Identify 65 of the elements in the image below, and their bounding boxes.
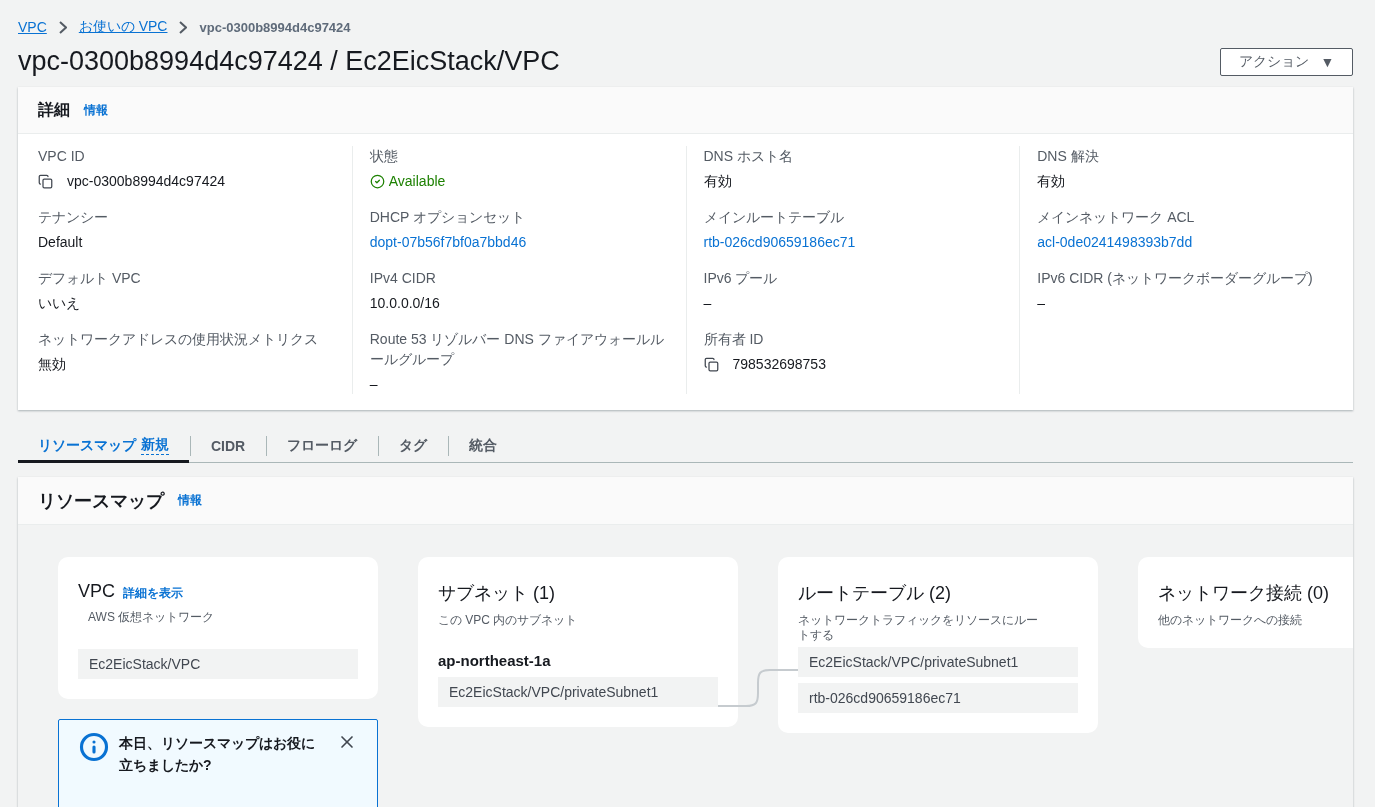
tab[interactable]: CIDR xyxy=(191,431,266,463)
resource-item[interactable]: Ec2EicStack/VPC/privateSubnet1 xyxy=(798,647,1078,677)
check-circle-icon xyxy=(369,173,385,189)
card-title: サブネット (1) xyxy=(438,582,555,605)
tab[interactable]: リソースマップ 新規 xyxy=(18,431,189,463)
info-link[interactable]: 情報 xyxy=(84,101,108,119)
copy-icon[interactable] xyxy=(38,173,53,189)
field-value: – xyxy=(703,294,713,313)
chevron-right-icon xyxy=(58,20,67,34)
field-label: ネットワークアドレスの使用状況メトリクス xyxy=(38,330,319,349)
field-value: 10.0.0.0/16 xyxy=(369,294,441,313)
tab[interactable]: フローログ xyxy=(267,431,378,463)
field-label: IPv6 プール xyxy=(703,269,779,288)
feedback-question: 本日、リソースマップはお役に立ちましたか? xyxy=(119,734,316,775)
field-label: VPC ID xyxy=(38,147,86,166)
info-link[interactable]: 情報 xyxy=(178,492,202,509)
info-icon xyxy=(79,732,109,762)
field-label: IPv4 CIDR xyxy=(369,269,437,288)
field-label: DNS ホスト名 xyxy=(703,147,794,166)
resource-item[interactable]: Ec2EicStack/VPC/privateSubnet1 xyxy=(438,677,718,707)
tab[interactable]: 統合 xyxy=(449,431,518,463)
field-value: – xyxy=(1037,294,1047,313)
field-label: 状態 xyxy=(369,147,399,166)
tab[interactable]: タグ xyxy=(379,431,448,463)
field-link[interactable]: dopt-07b56f7bf0a7bbd46 xyxy=(369,232,668,252)
breadcrumb-link[interactable]: VPC xyxy=(18,19,47,35)
breadcrumb-link[interactable]: お使いの VPC xyxy=(78,18,168,36)
copy-icon[interactable] xyxy=(703,356,719,372)
details-link[interactable]: 詳細を表示 xyxy=(123,585,183,602)
card-subtitle: ネットワークトラフィックをリソースにルートする xyxy=(798,613,1039,643)
field-value: Default xyxy=(38,233,84,252)
chevron-right-icon xyxy=(179,20,188,34)
card-title: ルートテーブル (2) xyxy=(798,582,951,605)
breadcrumb-current: vpc-0300b8994d4c97424 xyxy=(199,19,351,35)
field-label: DNS 解決 xyxy=(1037,147,1100,166)
field-label: メインルートテーブル xyxy=(703,208,845,227)
actions-button[interactable]: アクション ▼ xyxy=(1220,47,1353,76)
field-label: メインネットワーク ACL xyxy=(1037,208,1196,227)
field-link[interactable]: rtb-026cd90659186ec71 xyxy=(703,232,1002,252)
card-subtitle: AWS 仮想ネットワーク xyxy=(87,610,216,625)
field-value: 有効 xyxy=(1037,172,1067,191)
field-value: vpc-0300b8994d4c97424 xyxy=(67,172,226,191)
panel-title: 詳細 xyxy=(38,99,70,120)
field-link[interactable]: acl-0de0241498393b7dd xyxy=(1037,232,1335,252)
card-subtitle: この VPC 内のサブネット xyxy=(438,613,579,628)
status-text: Available xyxy=(388,172,446,191)
field-label: 所有者 ID xyxy=(703,330,765,349)
field-label: IPv6 CIDR (ネットワークボーダーグループ) xyxy=(1037,269,1314,288)
card-title: ネットワーク接続 (0) xyxy=(1158,582,1329,605)
field-value: 無効 xyxy=(38,355,67,374)
resource-item[interactable]: rtb-026cd90659186ec71 xyxy=(798,683,1078,713)
field-label: デフォルト VPC xyxy=(38,269,142,288)
field-value: – xyxy=(369,375,379,394)
zone-label: ap-northeast-1a xyxy=(438,652,552,669)
page-title: vpc-0300b8994d4c97424 / Ec2EicStack/VPC xyxy=(18,46,560,77)
field-value: 有効 xyxy=(703,172,733,191)
card-title: VPC xyxy=(78,581,115,602)
panel-title: リソースマップ xyxy=(38,489,164,513)
field-label: DHCP オプションセット xyxy=(369,208,527,227)
field-label: テナンシー xyxy=(38,208,109,227)
field-label: Route 53 リゾルバー DNS ファイアウォールルールグループ xyxy=(369,330,665,369)
field-value: いいえ xyxy=(38,294,81,313)
card-subtitle: 他のネットワークへの接続 xyxy=(1158,613,1303,628)
resource-item[interactable]: Ec2EicStack/VPC xyxy=(78,649,358,679)
field-value: 798532698753 xyxy=(732,355,826,374)
